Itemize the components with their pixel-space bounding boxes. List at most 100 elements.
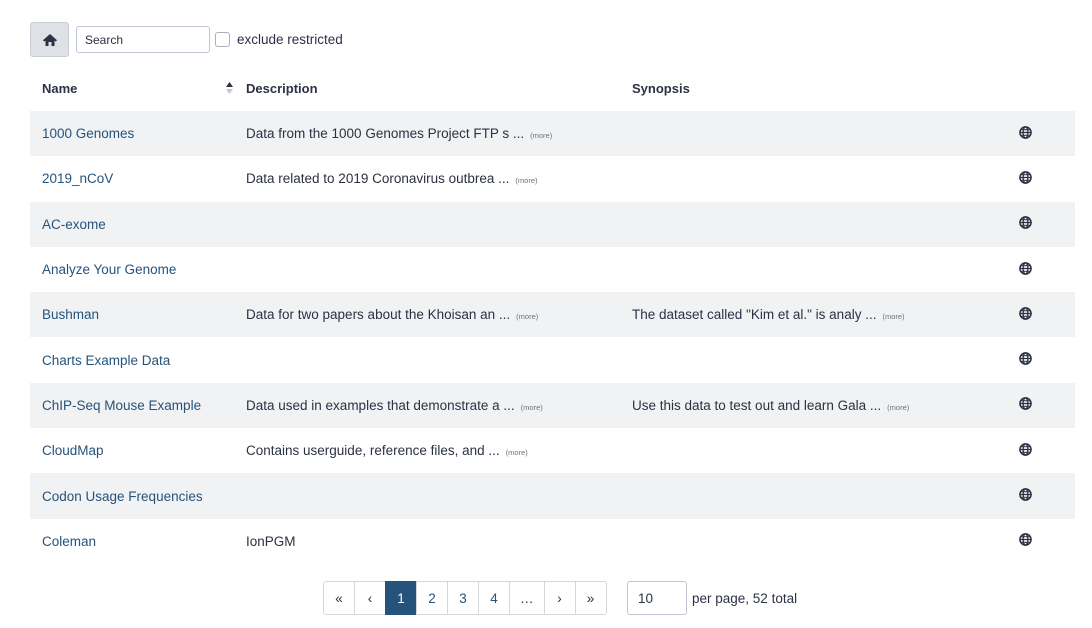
name-cell: 2019_nCoV [30,156,234,201]
description-header-label: Description [246,81,318,96]
description-text: IonPGM [246,533,296,549]
globe-icon[interactable] [1018,488,1032,501]
synopsis-cell [620,247,975,292]
description-cell [234,337,620,382]
description-text: Contains userguide, reference files, and… [246,443,500,459]
description-cell: Data for two papers about the Khoisan an… [234,292,620,338]
table-row: 1000 Genomes Data from the 1000 Genomes P… [30,111,1075,157]
library-name-link[interactable]: Codon Usage Frequencies [42,489,203,504]
name-cell: CloudMap [30,428,234,473]
globe-icon[interactable] [1018,397,1032,411]
synopsis-column-header: Synopsis [620,66,975,111]
libraries-table: Name Description Synopsis 1000 Genomes Da… [30,66,1075,564]
access-cell [975,292,1075,338]
sort-icon[interactable] [225,81,234,95]
globe-icon[interactable] [1018,261,1032,275]
access-cell [975,473,1075,519]
pagination: « ‹ 1 2 3 4 … › » [323,581,607,615]
synopsis-cell [620,519,975,564]
access-cell [975,382,1075,429]
description-more-link[interactable]: (more) [506,448,528,457]
synopsis-text: Use this data to test out and learn Gala… [632,397,882,413]
exclude-restricted-label: exclude restricted [237,32,343,47]
search-input[interactable] [76,26,210,53]
next-page-button[interactable]: › [543,581,576,615]
library-name-link[interactable]: Bushman [42,307,99,322]
name-cell: Analyze Your Genome [30,247,234,292]
table-row: Analyze Your Genome [30,247,1075,292]
home-icon [42,33,57,46]
name-cell: ChIP-Seq Mouse Example [30,382,234,429]
synopsis-cell [620,473,975,519]
page-1-button[interactable]: 1 [385,581,417,615]
name-cell: AC-exome [30,201,234,247]
synopsis-cell [620,428,975,473]
synopsis-cell [620,337,975,382]
exclude-restricted-checkbox[interactable] [215,32,230,47]
access-cell [975,428,1075,473]
synopsis-more-link[interactable]: (more) [882,312,904,321]
description-more-link[interactable]: (more) [515,176,537,185]
library-name-link[interactable]: Charts Example Data [42,353,170,368]
toolbar: exclude restricted [30,22,343,57]
globe-icon[interactable] [1018,352,1032,365]
name-cell: Codon Usage Frequencies [30,473,234,519]
table-row: Charts Example Data [30,337,1075,382]
actions-column-header [975,66,1075,111]
description-more-link[interactable]: (more) [521,403,543,412]
name-column-header[interactable]: Name [30,66,234,111]
library-name-link[interactable]: 1000 Genomes [42,126,134,141]
library-name-link[interactable]: 2019_nCoV [42,171,113,186]
library-name-link[interactable]: Coleman [42,534,96,549]
name-cell: Coleman [30,519,234,564]
description-more-link[interactable]: (more) [516,312,538,321]
page-4-button[interactable]: 4 [478,581,510,615]
description-text: Data for two papers about the Khoisan an… [246,307,511,323]
table-row: 2019_nCoV Data related to 2019 Coronaviru… [30,156,1075,201]
access-cell [975,111,1075,157]
page-3-button[interactable]: 3 [447,581,479,615]
globe-icon[interactable] [1018,307,1032,320]
library-name-link[interactable]: CloudMap [42,443,104,458]
prev-page-button[interactable]: ‹ [354,581,386,615]
globe-icon[interactable] [1018,442,1032,456]
synopsis-text: The dataset called "Kim et al." is analy… [632,307,877,323]
table-row: Bushman Data for two papers about the Kho… [30,292,1075,338]
name-cell: 1000 Genomes [30,111,234,157]
description-cell: Contains userguide, reference files, and… [234,428,620,473]
globe-icon[interactable] [1018,125,1032,139]
description-more-link[interactable]: (more) [530,131,552,140]
last-page-button[interactable]: » [574,581,607,615]
description-cell [234,473,620,519]
per-page-control: per page, 52 total [627,581,797,615]
synopsis-cell [620,111,975,157]
access-cell [975,156,1075,201]
table-row: CloudMap Contains userguide, reference fi… [30,428,1075,473]
synopsis-more-link[interactable]: (more) [887,403,909,412]
description-text: Data from the 1000 Genomes Project FTP s… [246,126,525,142]
access-cell [975,201,1075,247]
synopsis-cell: Use this data to test out and learn Gala… [620,382,975,429]
synopsis-cell [620,156,975,201]
synopsis-header-label: Synopsis [632,81,690,96]
library-name-link[interactable]: Analyze Your Genome [42,262,176,277]
library-name-link[interactable]: ChIP-Seq Mouse Example [42,398,201,413]
table-row: AC-exome [30,201,1075,247]
globe-icon[interactable] [1018,533,1032,547]
home-button[interactable] [30,22,69,57]
per-page-input[interactable] [627,581,687,615]
library-name-link[interactable]: AC-exome [42,217,106,232]
ellipsis-button[interactable]: … [509,581,545,615]
synopsis-cell [620,201,975,247]
description-cell: Data from the 1000 Genomes Project FTP s… [234,111,620,157]
synopsis-cell: The dataset called "Kim et al." is analy… [620,292,975,338]
globe-icon[interactable] [1018,171,1032,184]
description-cell: IonPGM [234,519,620,564]
description-cell: Data used in examples that demonstrate a… [234,382,620,429]
page-2-button[interactable]: 2 [416,581,448,615]
description-text: Data related to 2019 Coronavirus outbrea… [246,171,510,187]
table-row: Coleman IonPGM [30,519,1075,564]
first-page-button[interactable]: « [323,581,355,615]
name-cell: Charts Example Data [30,337,234,382]
globe-icon[interactable] [1018,216,1032,230]
